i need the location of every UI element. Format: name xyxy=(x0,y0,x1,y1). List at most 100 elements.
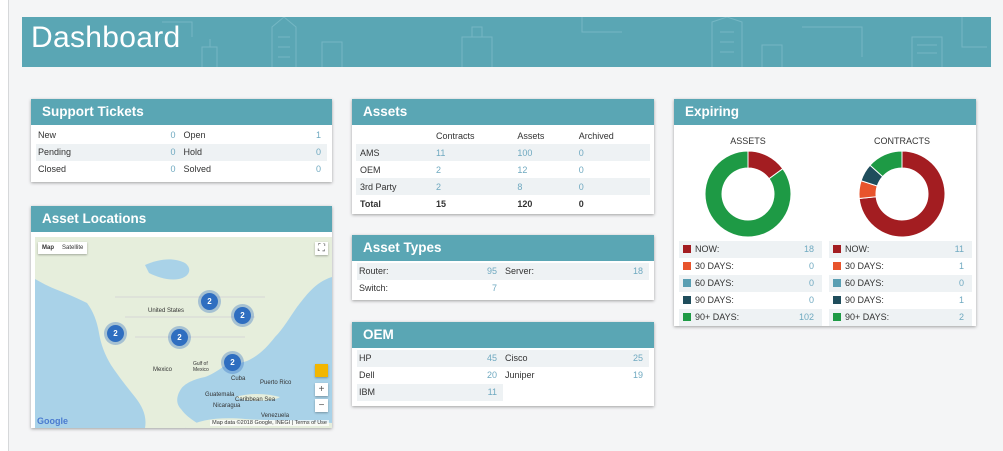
assets-donut-title: ASSETS xyxy=(730,136,766,146)
map-cluster-marker[interactable]: 2 xyxy=(201,293,218,310)
table-cell: 2 xyxy=(436,164,442,175)
list-item: Switch: 7 xyxy=(357,280,649,297)
contracts-donut-chart xyxy=(858,150,946,238)
legend-label: 90 DAYS: xyxy=(845,295,884,305)
table-cell: 0 xyxy=(574,144,650,161)
map-tab[interactable]: Map xyxy=(38,242,58,254)
column-header: Assets xyxy=(517,130,545,141)
table-cell: 2 xyxy=(432,178,514,195)
legend-label: 30 DAYS: xyxy=(695,261,734,271)
legend-item: 90+ DAYS: 2 xyxy=(829,309,972,326)
table-cell: 0 xyxy=(578,198,584,209)
legend-label: NOW: xyxy=(845,244,870,254)
map-label: Guatemala xyxy=(205,392,235,398)
legend-item: 30 DAYS: 0 xyxy=(679,258,822,275)
table-total-row: Total 15 120 0 xyxy=(356,195,650,212)
table-cell: 15 xyxy=(436,198,447,209)
assets-table: Contracts Assets Archived AMS 11 100 0 O… xyxy=(356,127,650,212)
fullscreen-icon[interactable]: ⛶ xyxy=(315,242,328,255)
ticket-label: New xyxy=(38,130,57,140)
legend-item: 60 DAYS: 0 xyxy=(679,275,822,292)
table-cell: 8 xyxy=(513,178,575,195)
map-cluster-marker[interactable]: 2 xyxy=(171,329,188,346)
ticket-label: Solved xyxy=(183,164,212,174)
ticket-count: 0 xyxy=(170,147,176,157)
assets-legend: NOW: 18 30 DAYS: 0 60 DAYS: 0 90 DAYS: 0 90+… xyxy=(679,241,822,326)
map-label: Mexico xyxy=(153,367,173,373)
oem-card: OEM HP 45 Cisco 25 Dell 20 Juniper 19 IBM 11 xyxy=(352,322,654,406)
list-item: Dell 20 Juniper 19 xyxy=(357,367,649,384)
assets-donut-chart xyxy=(704,150,792,238)
oem-count: 45 xyxy=(486,353,497,363)
legend-value: 18 xyxy=(803,244,814,254)
legend-item: NOW: 11 xyxy=(829,241,972,258)
expiring-title: Expiring xyxy=(674,99,976,125)
column-header: Archived xyxy=(578,130,614,141)
oem-count: 11 xyxy=(487,387,497,397)
60-days-swatch xyxy=(833,279,841,287)
table-cell: 0 xyxy=(578,164,584,175)
google-logo: Google xyxy=(37,416,68,426)
oem-label: IBM xyxy=(359,387,376,397)
map-label: Cuba xyxy=(231,376,246,382)
page-title: Dashboard xyxy=(31,21,181,54)
legend-value: 0 xyxy=(808,295,814,305)
ticket-count: 0 xyxy=(315,164,321,174)
asset-types-title: Asset Types xyxy=(352,235,654,261)
oem-label: Juniper xyxy=(505,370,535,380)
type-label: Router: xyxy=(359,266,389,276)
map-cluster-marker[interactable]: 2 xyxy=(224,354,241,371)
map-attribution[interactable]: Map data ©2018 Google, INEGI | Terms of … xyxy=(210,420,329,426)
ticket-row: Closed 0 Solved 0 xyxy=(36,161,327,178)
now-swatch xyxy=(833,245,841,253)
table-cell: 120 xyxy=(517,198,533,209)
90-plus-days-swatch xyxy=(683,313,691,321)
table-cell: 12 xyxy=(517,164,528,175)
60-days-swatch xyxy=(683,279,691,287)
map-cluster-marker[interactable]: 2 xyxy=(107,325,124,342)
legend-value: 0 xyxy=(958,278,964,288)
ticket-row: Pending 0 Hold 0 xyxy=(36,144,327,161)
asset-map[interactable]: Map Satellite ⛶ United States Mexico Gul… xyxy=(35,237,332,428)
dashboard-banner: Dashboard xyxy=(22,17,991,67)
type-label: Switch: xyxy=(359,283,389,293)
legend-value: 1 xyxy=(958,261,964,271)
legend-item: 60 DAYS: 0 xyxy=(829,275,972,292)
legend-item: NOW: 18 xyxy=(679,241,822,258)
legend-label: 30 DAYS: xyxy=(845,261,884,271)
90-days-swatch xyxy=(833,296,841,304)
support-tickets-card: Support Tickets New 0 Open 1 Pending 0 Hold… xyxy=(31,99,332,182)
contracts-legend: NOW: 11 30 DAYS: 1 60 DAYS: 0 90 DAYS: 1 90+… xyxy=(829,241,972,326)
support-tickets-title: Support Tickets xyxy=(31,99,332,125)
satellite-tab[interactable]: Satellite xyxy=(58,242,87,254)
90-days-swatch xyxy=(683,296,691,304)
list-item: IBM 11 xyxy=(357,384,649,401)
table-cell: 0 xyxy=(574,178,650,195)
ticket-label: Hold xyxy=(183,147,203,157)
oem-label: Cisco xyxy=(505,353,528,363)
zoom-out-button[interactable]: − xyxy=(315,399,328,412)
ticket-count: 0 xyxy=(315,147,321,157)
legend-value: 11 xyxy=(954,244,964,254)
30-days-swatch xyxy=(833,262,841,270)
ticket-label: Open xyxy=(183,130,206,140)
asset-locations-title: Asset Locations xyxy=(31,206,332,232)
assets-card: Assets Contracts Assets Archived AMS 11 … xyxy=(352,99,654,214)
map-cluster-marker[interactable]: 2 xyxy=(234,307,251,324)
oem-label: HP xyxy=(359,353,372,363)
zoom-in-button[interactable]: + xyxy=(315,383,328,396)
list-item: HP 45 Cisco 25 xyxy=(357,350,649,367)
legend-item: 90 DAYS: 0 xyxy=(679,292,822,309)
legend-label: 90 DAYS: xyxy=(695,295,734,305)
oem-count: 20 xyxy=(486,370,497,380)
street-view-pegman-icon[interactable] xyxy=(315,364,328,377)
map-label: Nicaragua xyxy=(213,403,241,409)
asset-locations-card: Asset Locations Map Satellite ⛶ United S… xyxy=(31,206,332,428)
legend-value: 1 xyxy=(958,295,964,305)
ticket-count: 0 xyxy=(170,130,176,140)
now-swatch xyxy=(683,245,691,253)
map-label: Puerto Rico xyxy=(260,380,292,386)
map-label: Venezuela xyxy=(261,413,290,419)
column-header xyxy=(356,127,432,144)
legend-value: 2 xyxy=(958,312,964,322)
